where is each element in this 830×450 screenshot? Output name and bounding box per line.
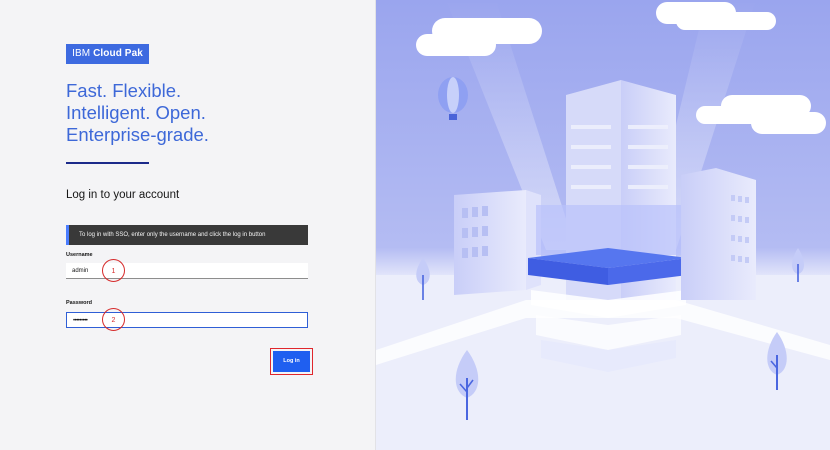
ibm-cloud-pak-logo: IBM Cloud Pak — [66, 44, 149, 64]
password-label: Password — [66, 300, 92, 306]
tagline-line: Intelligent. Open. — [66, 102, 206, 123]
tagline-line: Fast. Flexible. — [66, 80, 182, 101]
annotation-marker-1: 1 — [102, 259, 125, 282]
login-button[interactable]: Log in — [273, 351, 310, 372]
divider — [66, 162, 149, 164]
annotation-marker-2: 2 — [102, 308, 125, 331]
city-illustration — [376, 0, 830, 450]
tagline: Fast. Flexible. Intelligent. Open. Enter… — [66, 80, 209, 146]
sso-notification: To log in with SSO, enter only the usern… — [66, 225, 308, 245]
username-label: Username — [66, 252, 93, 258]
login-heading: Log in to your account — [66, 189, 180, 201]
tagline-line: Enterprise-grade. — [66, 124, 209, 145]
login-panel: IBM Cloud Pak Fast. Flexible. Intelligen… — [0, 0, 376, 450]
hero-illustration — [376, 0, 830, 450]
